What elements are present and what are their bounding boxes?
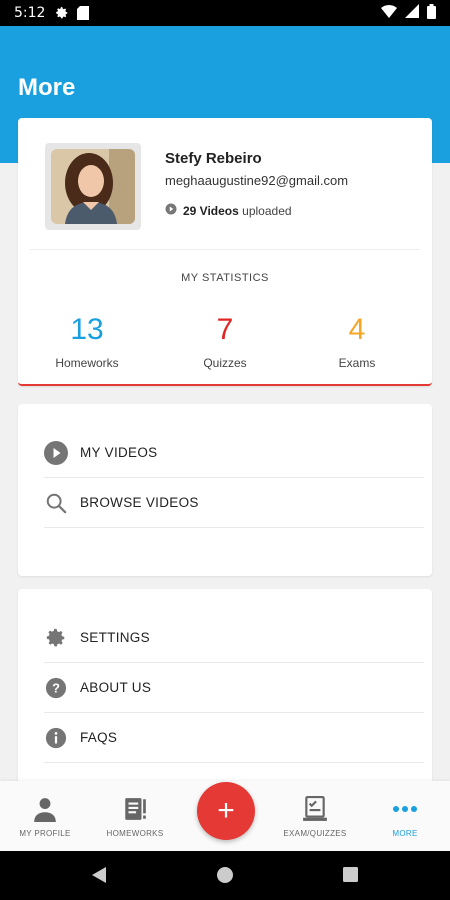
stat-value: 13 (70, 313, 104, 346)
menu-item-label: ABOUT US (80, 680, 152, 695)
menu-item-browse-videos[interactable]: BROWSE VIDEOS (44, 478, 424, 528)
battery-icon (427, 3, 436, 23)
profile-card: Stefy Rebeiro meghaaugustine92@gmail.com… (18, 118, 432, 386)
signal-icon (405, 4, 419, 22)
statistics-title: MY STATISTICS (181, 272, 269, 284)
menu-item-label: FAQS (80, 730, 118, 745)
menu-item-my-videos[interactable]: MY VIDEOS (44, 428, 424, 478)
menu-item-faqs[interactable]: FAQS (44, 713, 424, 763)
tab-homeworks[interactable]: HOMEWORKS (90, 795, 180, 838)
tab-more[interactable]: MORE (360, 795, 450, 838)
tab-exam-quizzes[interactable]: EXAM/QUIZZES (270, 795, 360, 838)
sd-card-icon (77, 6, 90, 20)
search-icon (44, 491, 68, 515)
tab-label: MY PROFILE (19, 829, 71, 838)
menu-item-about-us[interactable]: ? ABOUT US (44, 663, 424, 713)
avatar[interactable] (45, 143, 141, 230)
menu-item-label: SETTINGS (80, 630, 150, 645)
videos-suffix: uploaded (242, 203, 292, 218)
menu-item-label: MY VIDEOS (80, 445, 158, 460)
add-button[interactable]: + (197, 782, 255, 840)
videos-count: 29 Videos (183, 203, 239, 218)
tab-label: MORE (392, 829, 418, 838)
notebook-icon (90, 795, 180, 823)
more-dots-icon (360, 795, 450, 823)
stat-value: 7 (216, 313, 234, 346)
stat-value: 4 (348, 313, 366, 346)
tab-my-profile[interactable]: MY PROFILE (0, 795, 90, 838)
svg-text:?: ? (52, 680, 60, 695)
gear-icon (44, 626, 68, 650)
person-icon (0, 795, 90, 823)
status-bar: 5:12 (0, 0, 450, 26)
play-circle-icon (44, 440, 68, 465)
checklist-icon (270, 795, 360, 823)
profile-name: Stefy Rebeiro (165, 150, 262, 167)
wifi-icon (381, 4, 397, 22)
home-icon[interactable] (216, 866, 234, 889)
system-navigation-bar (0, 851, 450, 900)
menu-item-settings[interactable]: SETTINGS (44, 613, 424, 663)
stat-homeworks[interactable]: 13 Homeworks (18, 313, 156, 371)
tab-label: HOMEWORKS (106, 829, 164, 838)
settings-menu-card: SETTINGS ? ABOUT US FAQS (18, 589, 432, 789)
stat-label: Homeworks (55, 356, 119, 370)
stat-quizzes[interactable]: 7 Quizzes (156, 313, 294, 371)
divider (30, 249, 420, 250)
info-icon (44, 726, 68, 750)
videos-menu-card: MY VIDEOS BROWSE VIDEOS (18, 404, 432, 576)
stat-label: Exams (338, 356, 376, 370)
stat-exams[interactable]: 4 Exams (288, 313, 426, 371)
profile-email: meghaaugustine92@gmail.com (165, 173, 349, 188)
recents-icon[interactable] (342, 866, 359, 888)
tab-label: EXAM/QUIZZES (283, 829, 347, 838)
status-time: 5:12 (14, 5, 46, 21)
play-circle-icon (165, 203, 177, 218)
help-icon: ? (44, 676, 68, 700)
back-icon[interactable] (90, 866, 108, 889)
menu-item-label: BROWSE VIDEOS (80, 495, 199, 510)
videos-uploaded: 29 Videos uploaded (165, 203, 292, 218)
stat-label: Quizzes (203, 356, 247, 370)
page-title: More (18, 74, 76, 101)
gear-icon (55, 6, 69, 20)
